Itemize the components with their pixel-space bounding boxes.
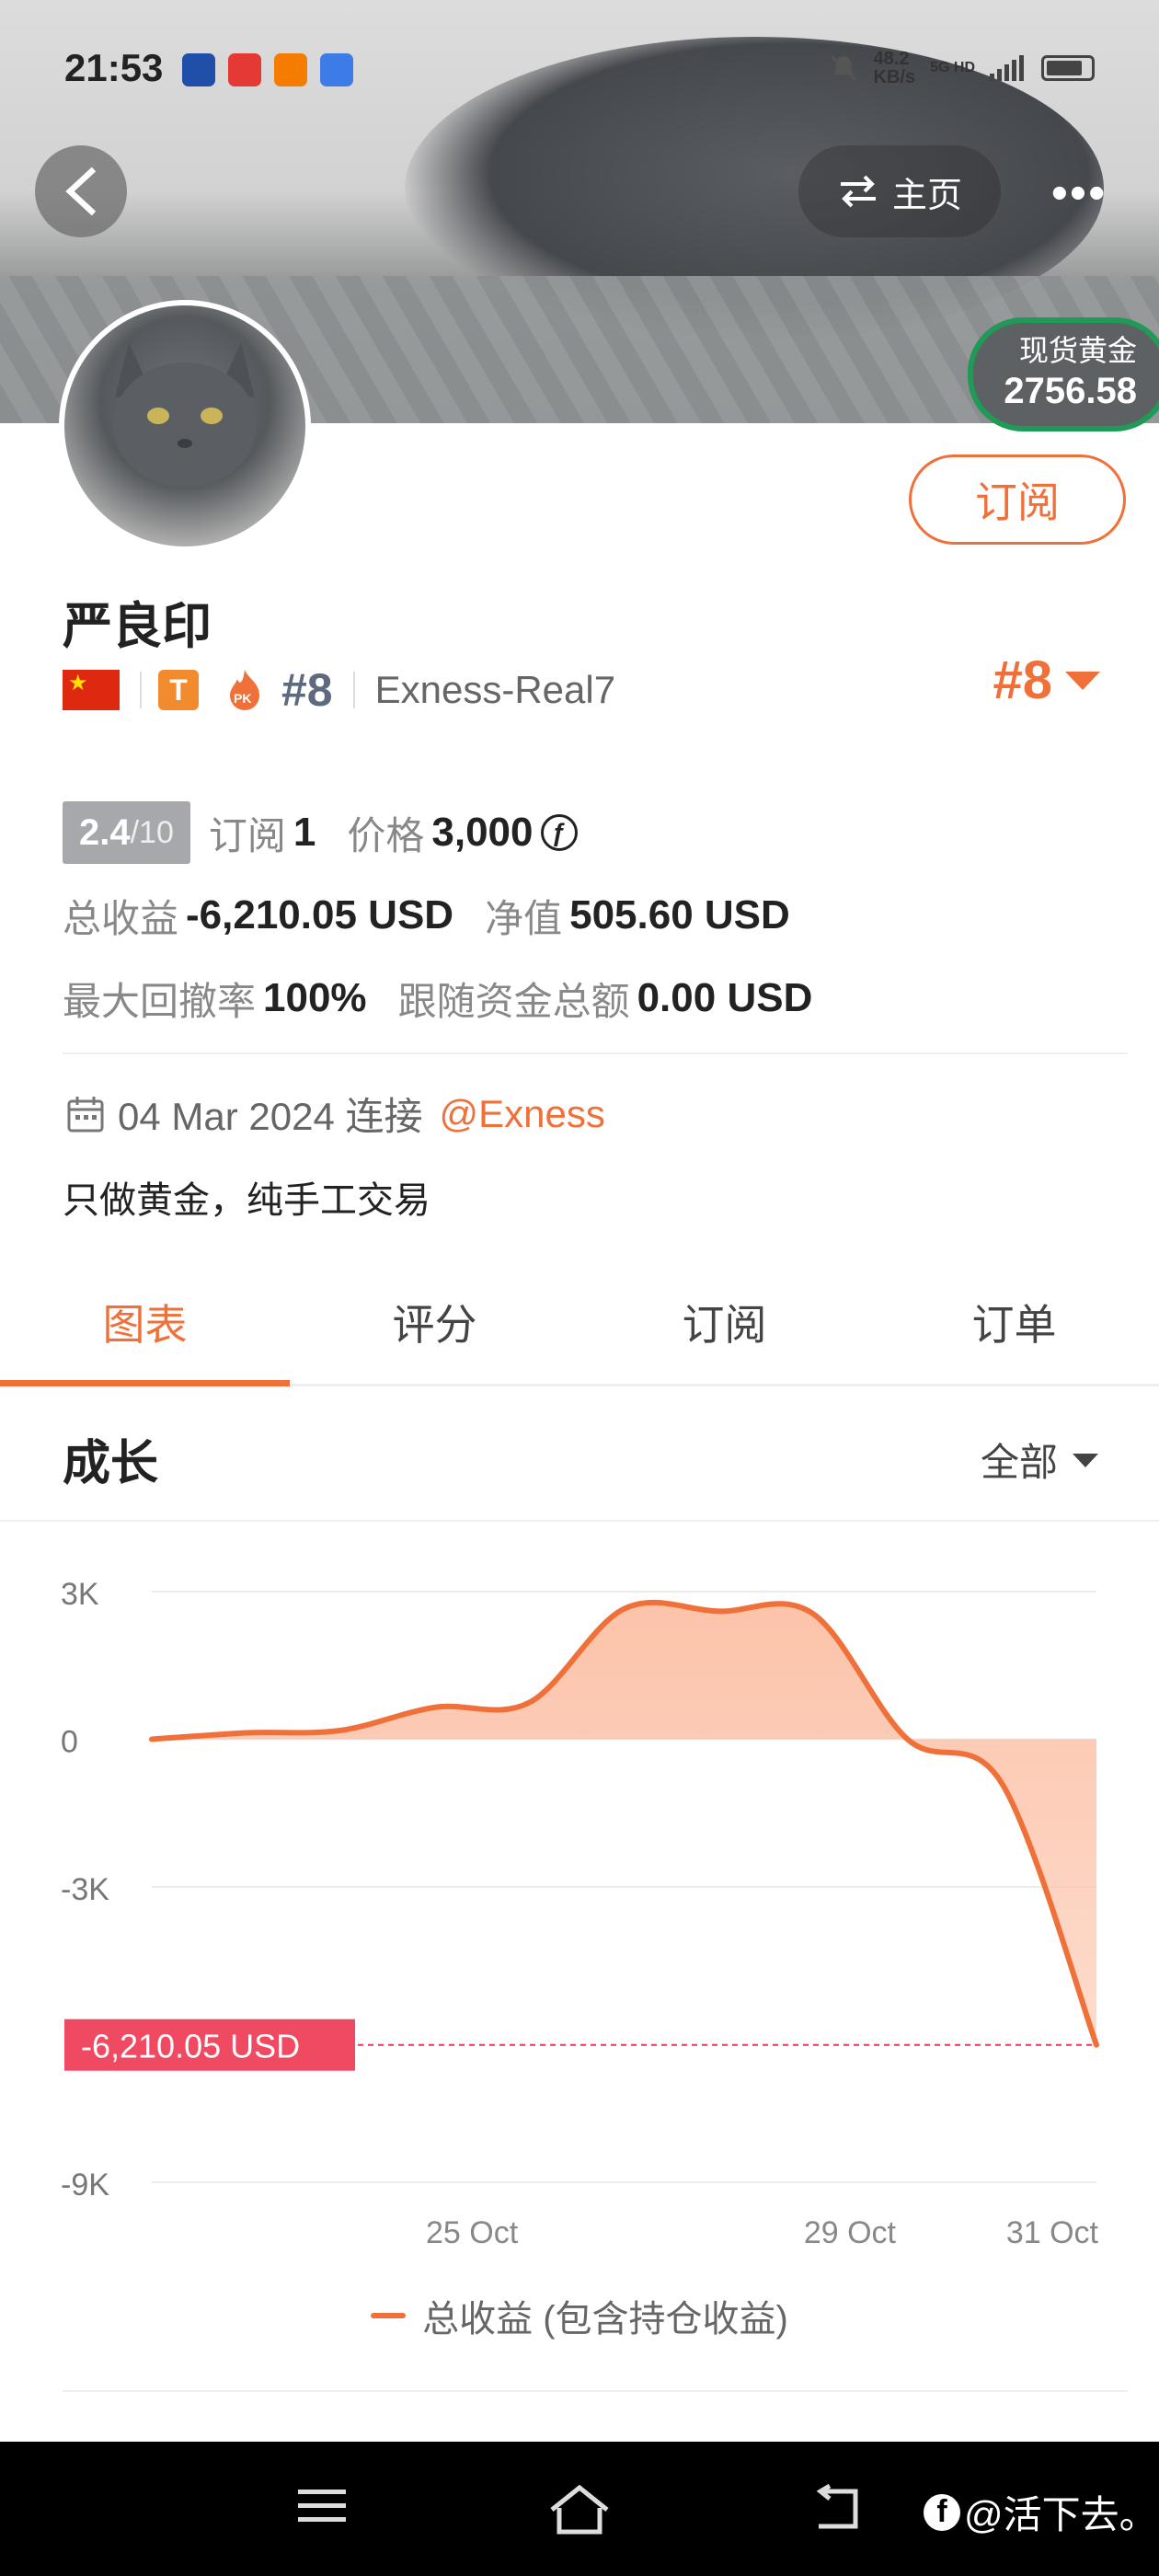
rank-dropdown[interactable]: #8 — [993, 650, 1100, 711]
chart-legend: 总收益 (包含持仓收益) — [0, 2289, 1159, 2342]
x-tick-label: 25 Oct — [426, 2215, 519, 2250]
stats-block: 2.4/10 订阅 1 价格 3,000 ƒ 总收益 -6,210.05 USD 净值… — [63, 791, 843, 1040]
series-area — [152, 1602, 1096, 2045]
app-notification-icon — [228, 53, 261, 86]
connect-date: 04 Mar 2024 连接 — [118, 1095, 423, 1138]
subs-value: 1 — [293, 810, 316, 855]
tab-subscription[interactable]: 订阅 — [580, 1270, 869, 1384]
net-type: 5G HD — [930, 60, 975, 75]
y-tick-label: 0 — [61, 1725, 78, 1760]
calendar-icon — [67, 1096, 104, 1132]
range-filter-dropdown[interactable]: 全部 — [981, 1432, 1098, 1488]
growth-chart[interactable]: 3K 0 -3K -9K -6,210.05 USD 25 Oct 29 Oct 31 Oct — [0, 1527, 1159, 2282]
watermark-text: @活下去。 — [964, 2493, 1158, 2536]
app-notification-icon — [182, 53, 215, 86]
legend-label: 总收益 (包含持仓收益) — [422, 2299, 788, 2340]
home-icon[interactable] — [548, 2484, 611, 2536]
tab-rating[interactable]: 评分 — [290, 1270, 580, 1384]
bio: 只做黄金，纯手工交易 — [63, 1180, 430, 1221]
status-time: 21:53 — [64, 46, 164, 89]
swap-arrows-icon — [840, 175, 876, 208]
divider — [63, 1052, 1128, 1054]
score-max: /10 — [130, 814, 174, 850]
gold-label: 现货黄金 — [1018, 334, 1137, 367]
triangle-down-icon — [1073, 1453, 1098, 1467]
y-tick-label: -9K — [61, 2168, 109, 2202]
total-profit-label: 总收益 — [63, 896, 179, 940]
y-tick-label: 3K — [61, 1577, 99, 1612]
stats-row-3: 最大回撤率 100% 跟随资金总额 0.00 USD — [63, 957, 843, 1040]
growth-section-header: 成长 全部 — [0, 1384, 1159, 1522]
follow-label: 跟随资金总额 — [397, 979, 630, 1023]
subs-label: 订阅 — [208, 813, 286, 857]
divider — [140, 672, 142, 708]
china-flag-icon — [63, 670, 120, 710]
tab-bar: 图表 评分 订阅 订单 — [0, 1270, 1159, 1386]
current-value-label: -6,210.05 USD — [81, 2028, 300, 2065]
trader-name: 严良印 — [63, 599, 212, 654]
price-label: 价格 — [347, 813, 425, 857]
more-button[interactable]: ••• — [1028, 156, 1130, 230]
drawdown-value: 100% — [263, 975, 367, 1020]
t-badge: T — [158, 670, 199, 710]
price-value: 3,000 — [431, 810, 534, 855]
section-title: 成长 — [63, 1437, 159, 1490]
net-speed: 48.2 KB/s — [873, 49, 916, 87]
cat-face-icon — [113, 342, 257, 488]
equity-value: 505.60 USD — [569, 892, 790, 937]
x-tick-label: 29 Oct — [804, 2215, 897, 2250]
avatar[interactable] — [59, 300, 311, 552]
avatar-cat-image — [64, 305, 305, 546]
facebook-icon: f — [924, 2493, 960, 2531]
back-nav-icon[interactable] — [809, 2484, 863, 2532]
coin-icon: ƒ — [540, 814, 578, 851]
watermark: f @活下去。 — [924, 2484, 1158, 2540]
menu-icon[interactable] — [296, 2484, 348, 2528]
score-badge: 2.4/10 — [63, 801, 190, 864]
drawdown-label: 最大回撤率 — [63, 979, 257, 1023]
pk-fire-icon[interactable]: PK — [223, 668, 267, 712]
gold-price: 2756.58 — [1004, 371, 1137, 411]
triangle-down-icon — [1065, 671, 1100, 690]
rank-orange-label: #8 — [993, 650, 1052, 710]
home-label: 主页 — [891, 176, 962, 215]
server-name: Exness-Real7 — [374, 668, 616, 711]
divider — [63, 2390, 1128, 2392]
y-tick-label: -3K — [61, 1872, 109, 1907]
range-filter-label: 全部 — [980, 1441, 1058, 1484]
mute-bell-icon — [830, 55, 856, 81]
gold-price-badge[interactable]: 现货黄金 2756.58 — [968, 317, 1159, 431]
connect-info: 04 Mar 2024 连接 @Exness — [66, 1086, 605, 1142]
total-profit-value: -6,210.05 USD — [186, 892, 454, 937]
subscribe-button[interactable]: 订阅 — [909, 454, 1126, 545]
home-button[interactable]: 主页 — [798, 145, 1001, 237]
score-value: 2.4 — [79, 811, 131, 853]
app-notification-icon — [274, 53, 307, 86]
back-button[interactable] — [35, 145, 127, 237]
signal-icon — [990, 55, 1024, 81]
status-app-icons — [182, 53, 353, 86]
status-right: 48.2 KB/s 5G HD — [828, 50, 1095, 86]
legend-swatch — [371, 2313, 407, 2318]
more-dots-icon: ••• — [1050, 167, 1107, 220]
tab-orders[interactable]: 订单 — [869, 1270, 1159, 1384]
svg-text:PK: PK — [234, 691, 251, 706]
divider — [352, 672, 355, 708]
tab-chart[interactable]: 图表 — [0, 1270, 290, 1386]
chevron-left-icon — [65, 167, 97, 216]
battery-icon — [1041, 55, 1095, 81]
trader-meta-row: T PK #8 Exness-Real7 — [63, 662, 615, 718]
x-tick-label: 31 Oct — [1006, 2215, 1099, 2250]
follow-value: 0.00 USD — [637, 975, 813, 1020]
stats-row-1: 2.4/10 订阅 1 价格 3,000 ƒ — [63, 791, 843, 874]
app-notification-icon — [320, 53, 353, 86]
equity-label: 净值 — [485, 896, 563, 940]
stats-row-2: 总收益 -6,210.05 USD 净值 505.60 USD — [63, 874, 843, 957]
broker-link[interactable]: @Exness — [440, 1092, 605, 1136]
rank-gray: #8 — [281, 664, 333, 716]
